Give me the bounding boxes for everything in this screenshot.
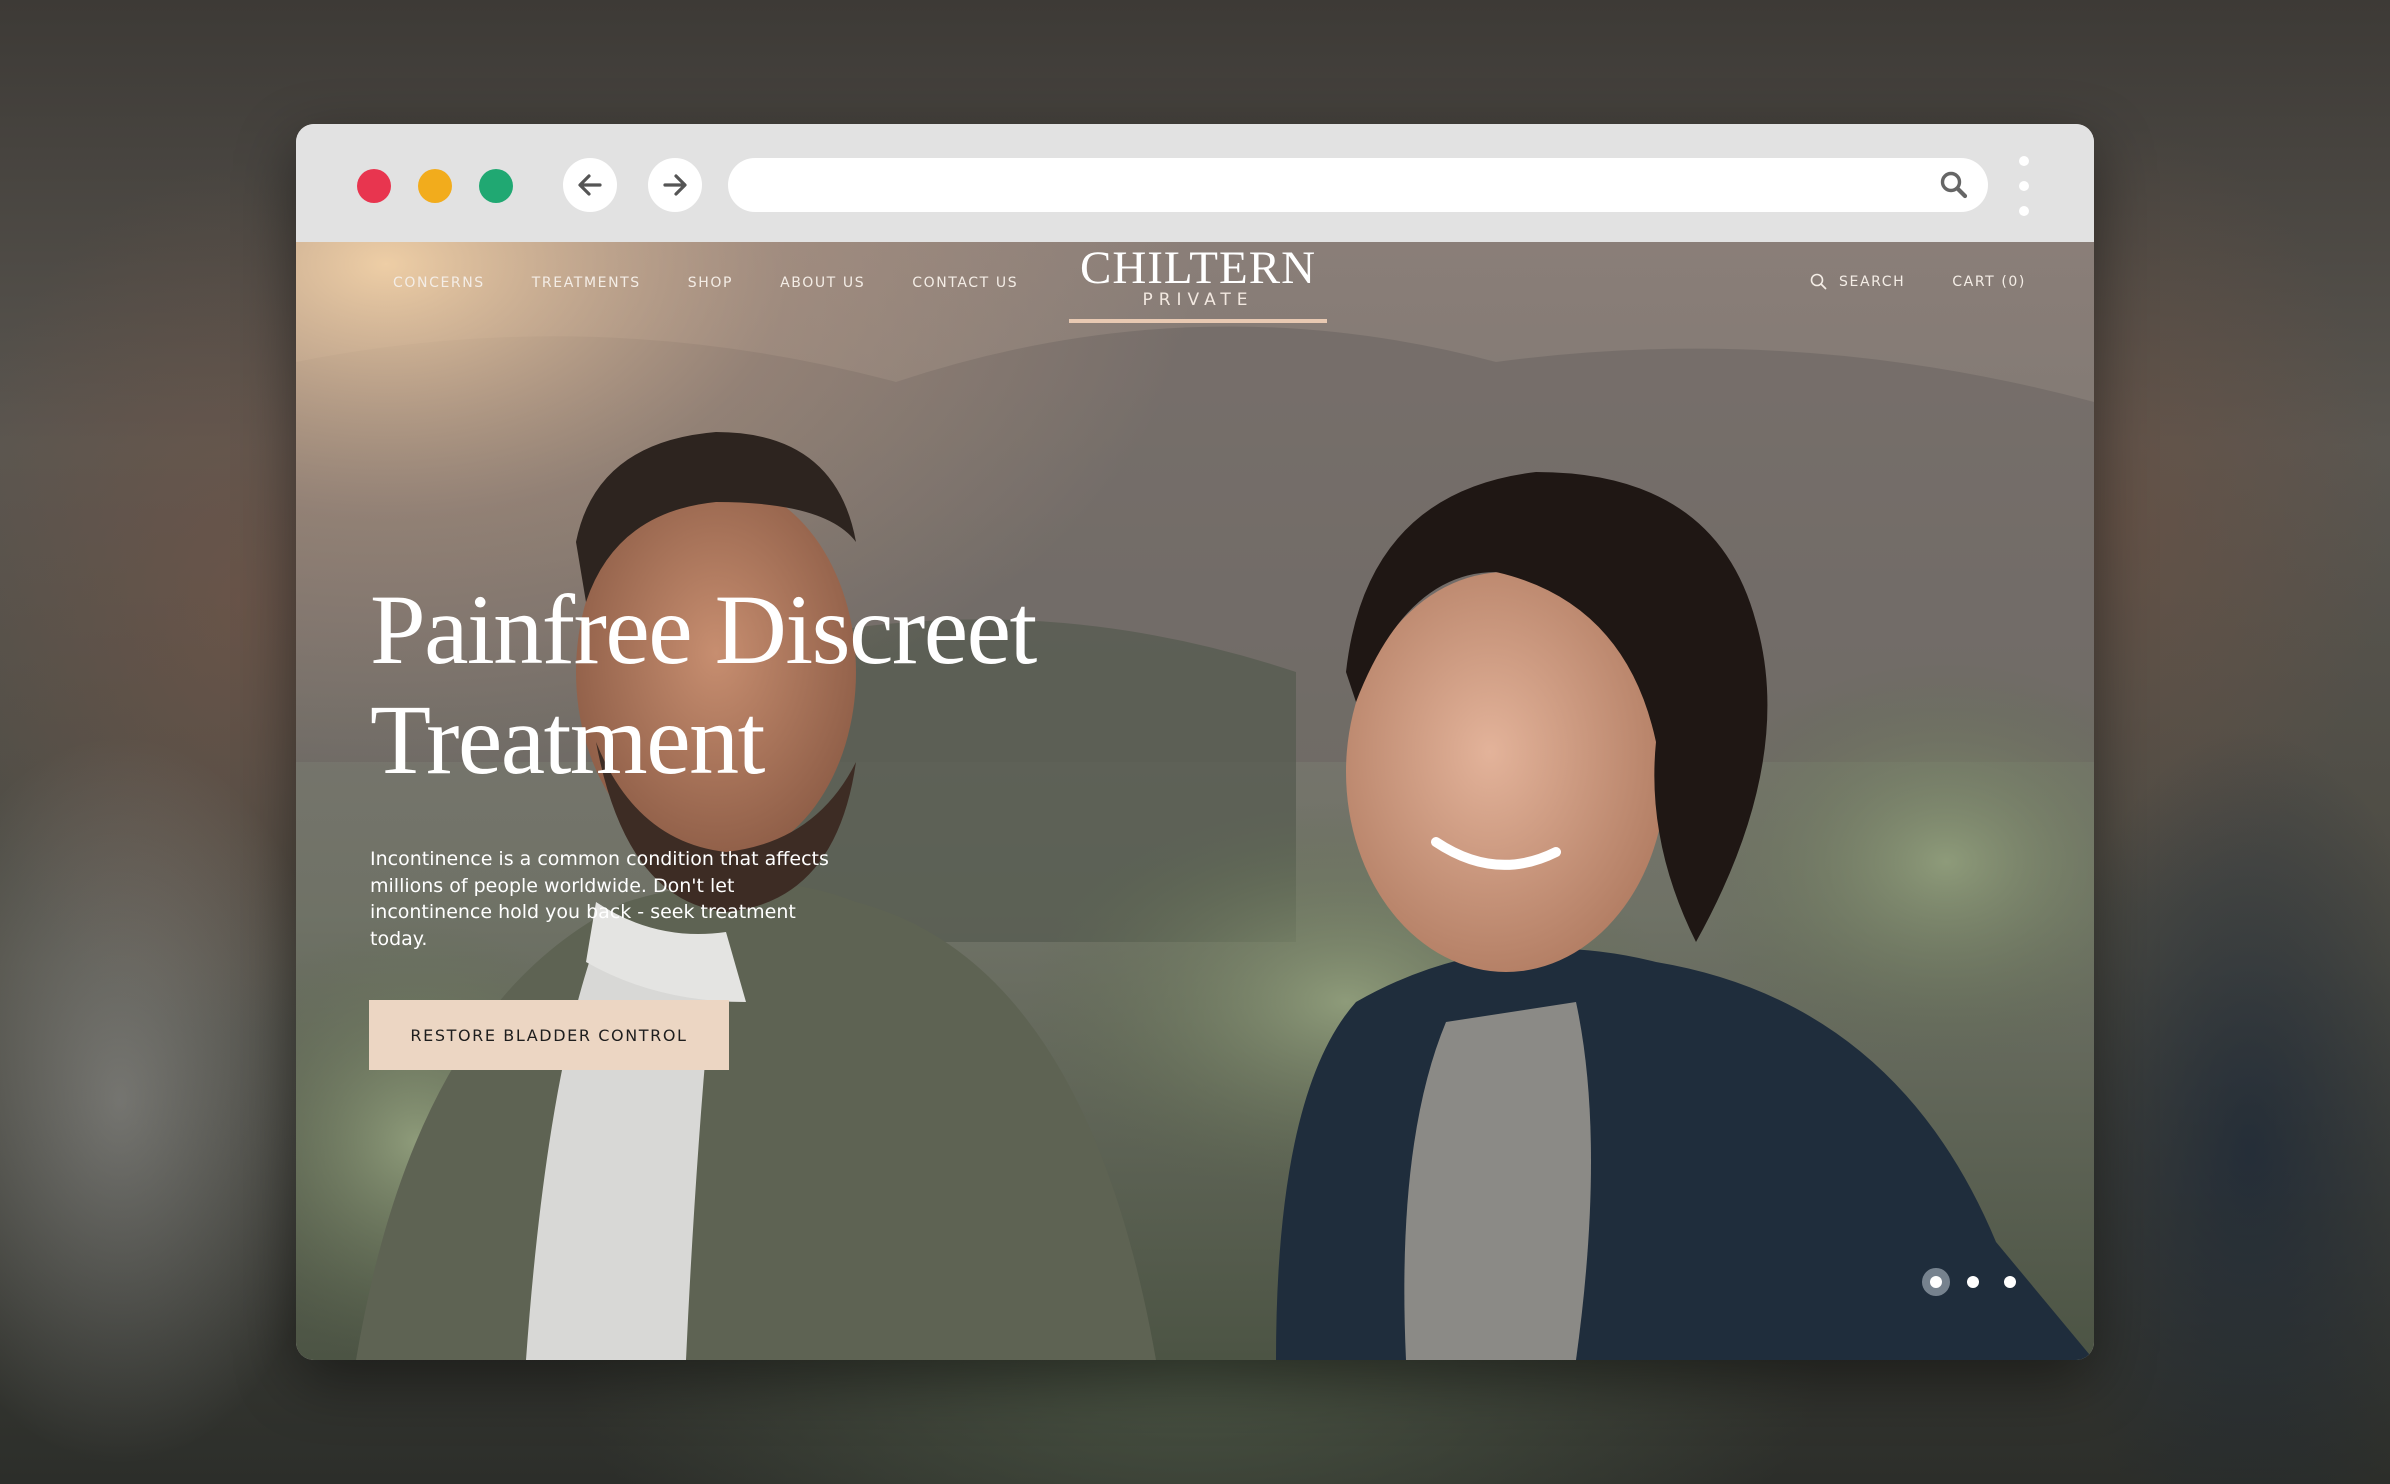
search-label: SEARCH: [1839, 273, 1906, 290]
minimize-window-button[interactable]: [418, 169, 452, 203]
carousel-pagination: [1930, 1276, 2041, 1288]
close-window-button[interactable]: [357, 169, 391, 203]
browser-window: CONCERNS TREATMENTS SHOP ABOUT US CONTAC…: [296, 124, 2094, 1360]
hero-title-line-1: Painfree Discreet: [370, 574, 1037, 685]
header-search-button[interactable]: SEARCH: [1810, 273, 1905, 290]
header-actions: SEARCH CART (0): [1810, 273, 2026, 290]
page-viewport: CONCERNS TREATMENTS SHOP ABOUT US CONTAC…: [296, 242, 2094, 1360]
menu-dot: [2019, 206, 2029, 216]
hero-photo: [296, 242, 2094, 1360]
logo-underline: [1069, 319, 1327, 323]
site-logo[interactable]: CHILTERN PRIVATE: [1068, 242, 1328, 323]
logo-wordmark: CHILTERN: [1079, 242, 1317, 294]
search-icon: [1810, 273, 1827, 290]
nav-contact-us[interactable]: CONTACT US: [912, 275, 1018, 291]
carousel-dot-2[interactable]: [1967, 1276, 1979, 1288]
menu-dot: [2019, 156, 2029, 166]
address-bar[interactable]: [728, 158, 1988, 214]
carousel-dot-3[interactable]: [2004, 1276, 2016, 1288]
arrow-left-icon: [578, 174, 602, 196]
back-button[interactable]: [563, 158, 617, 212]
hero-title: Painfree Discreet Treatment: [370, 575, 1070, 795]
nav-concerns[interactable]: CONCERNS: [393, 275, 485, 291]
arrow-right-icon: [663, 174, 687, 196]
maximize-window-button[interactable]: [479, 169, 513, 203]
kebab-menu-icon[interactable]: [2012, 156, 2036, 216]
url-input[interactable]: [754, 158, 1918, 214]
menu-dot: [2019, 181, 2029, 191]
nav-about-us[interactable]: ABOUT US: [780, 275, 865, 291]
cart-link[interactable]: CART (0): [1952, 274, 2026, 290]
main-navigation: CONCERNS TREATMENTS SHOP ABOUT US CONTAC…: [393, 275, 1065, 291]
nav-treatments[interactable]: TREATMENTS: [532, 275, 641, 291]
blurred-background: CONCERNS TREATMENTS SHOP ABOUT US CONTAC…: [0, 0, 2390, 1484]
forward-button[interactable]: [648, 158, 702, 212]
nav-shop[interactable]: SHOP: [688, 275, 733, 291]
carousel-dot-1[interactable]: [1930, 1276, 1942, 1288]
search-icon[interactable]: [1938, 169, 1970, 201]
hero-title-line-2: Treatment: [370, 684, 765, 795]
restore-bladder-control-button[interactable]: RESTORE BLADDER CONTROL: [369, 1000, 729, 1070]
browser-toolbar: [296, 124, 2094, 242]
hero-description: Incontinence is a common condition that …: [370, 848, 829, 950]
